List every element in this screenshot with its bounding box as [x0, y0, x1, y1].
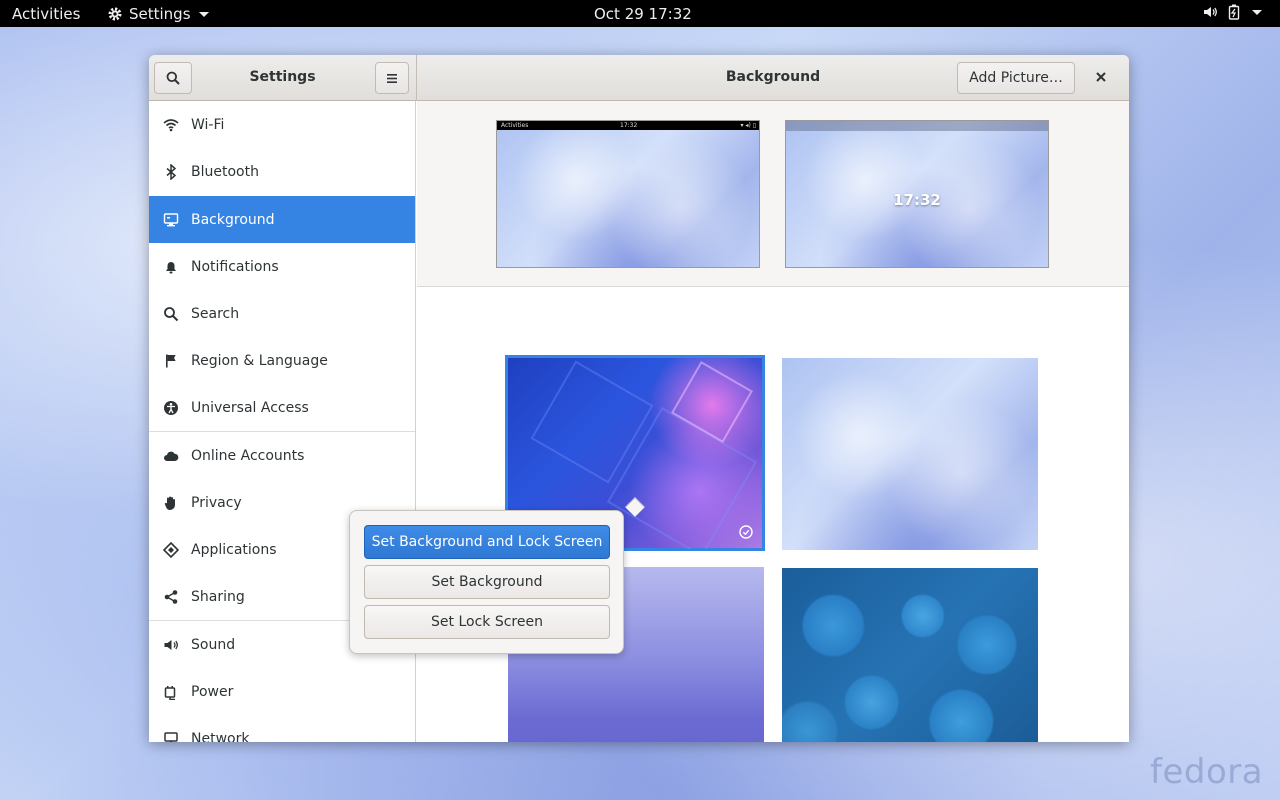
header-bar: Settings Background Add Picture… [149, 55, 1129, 101]
sidebar-item-label: Region & Language [191, 352, 328, 369]
sidebar-item-label: Bluetooth [191, 163, 259, 180]
preview-area: Activities 17:32 ▾ ◂) ▯ 17:32 [417, 101, 1129, 287]
sidebar-item-power[interactable]: Power [149, 668, 415, 715]
mini-clock: 17:32 [620, 122, 638, 129]
chevron-down-icon [1252, 9, 1262, 15]
set-background-and-lock-screen-button[interactable]: Set Background and Lock Screen [364, 525, 610, 559]
sidebar-item-label: Wi-Fi [191, 116, 225, 133]
system-status-area[interactable] [1202, 4, 1262, 20]
sidebar-item-label: Notifications [191, 258, 279, 275]
applications-icon [163, 541, 179, 558]
hamburger-icon [387, 73, 397, 83]
wallpaper-thumbnail[interactable] [782, 358, 1038, 550]
sidebar-item-label: Applications [191, 541, 277, 558]
close-icon [1096, 72, 1106, 82]
sidebar-item-label: Sound [191, 636, 236, 653]
hand-icon [163, 495, 179, 511]
mini-top-bar: Activities 17:32 ▾ ◂) ▯ [497, 121, 759, 130]
cloud-icon [163, 448, 179, 464]
sidebar-item-notifications[interactable]: Notifications [149, 243, 415, 290]
desktop-preview: Activities 17:32 ▾ ◂) ▯ [496, 120, 760, 268]
bell-icon [163, 259, 179, 275]
sidebar-item-background[interactable]: Background [149, 196, 415, 243]
sidebar-item-label: Sharing [191, 588, 245, 605]
clock-icon [739, 525, 753, 539]
lock-screen-bar [786, 121, 1048, 131]
share-icon [163, 589, 179, 605]
sidebar-item-label: Online Accounts [191, 447, 305, 464]
lock-screen-preview: 17:32 [785, 120, 1049, 268]
mini-status-icons: ▾ ◂) ▯ [740, 122, 756, 129]
sidebar-item-bluetooth[interactable]: Bluetooth [149, 148, 415, 195]
top-bar: Activities Settings Oct 29 17:32 [0, 0, 1280, 27]
activities-button[interactable]: Activities [12, 5, 80, 23]
set-lock-screen-button[interactable]: Set Lock Screen [364, 605, 610, 639]
power-icon [163, 684, 179, 700]
menu-button[interactable] [375, 62, 409, 94]
bluetooth-icon [163, 163, 179, 180]
search-icon [163, 306, 179, 322]
sidebar-item-label: Network [191, 730, 250, 743]
sidebar-item-online-accounts[interactable]: Online Accounts [149, 432, 415, 479]
fedora-watermark: fedora [1150, 752, 1264, 792]
sidebar-item-search[interactable]: Search [149, 290, 415, 337]
speaker-icon [163, 637, 179, 653]
sidebar-item-label: Background [191, 211, 275, 228]
background-icon [163, 212, 179, 228]
sidebar-item-label: Power [191, 683, 234, 700]
chevron-down-icon [198, 11, 209, 17]
accessibility-icon [163, 400, 179, 416]
app-menu-label: Settings [129, 5, 191, 23]
sidebar-item-universal-access[interactable]: Universal Access [149, 384, 415, 431]
volume-icon [1204, 7, 1217, 17]
add-picture-button[interactable]: Add Picture… [957, 62, 1075, 94]
sidebar-item-label: Privacy [191, 494, 242, 511]
gear-icon [108, 7, 122, 21]
sidebar-item-network[interactable]: Network [149, 715, 415, 742]
sidebar-item-label: Universal Access [191, 399, 309, 416]
clock[interactable]: Oct 29 17:32 [594, 5, 692, 23]
wifi-icon [163, 117, 179, 133]
flag-icon [163, 353, 179, 369]
app-menu[interactable]: Settings [107, 5, 209, 23]
sidebar-item-region-language[interactable]: Region & Language [149, 337, 415, 384]
close-button[interactable] [1091, 67, 1111, 87]
wallpaper-thumbnail[interactable] [782, 568, 1038, 742]
set-background-popover: Set Background and Lock Screen Set Backg… [349, 510, 624, 654]
set-background-button[interactable]: Set Background [364, 565, 610, 599]
sidebar-item-wifi[interactable]: Wi-Fi [149, 101, 415, 148]
battery-icon [1228, 4, 1240, 20]
lock-screen-time: 17:32 [893, 191, 941, 209]
network-icon [163, 731, 179, 742]
mini-activities: Activities [501, 122, 529, 129]
sidebar-item-label: Search [191, 305, 240, 322]
settings-window: Settings Background Add Picture… Wi-Fi B… [149, 55, 1129, 742]
